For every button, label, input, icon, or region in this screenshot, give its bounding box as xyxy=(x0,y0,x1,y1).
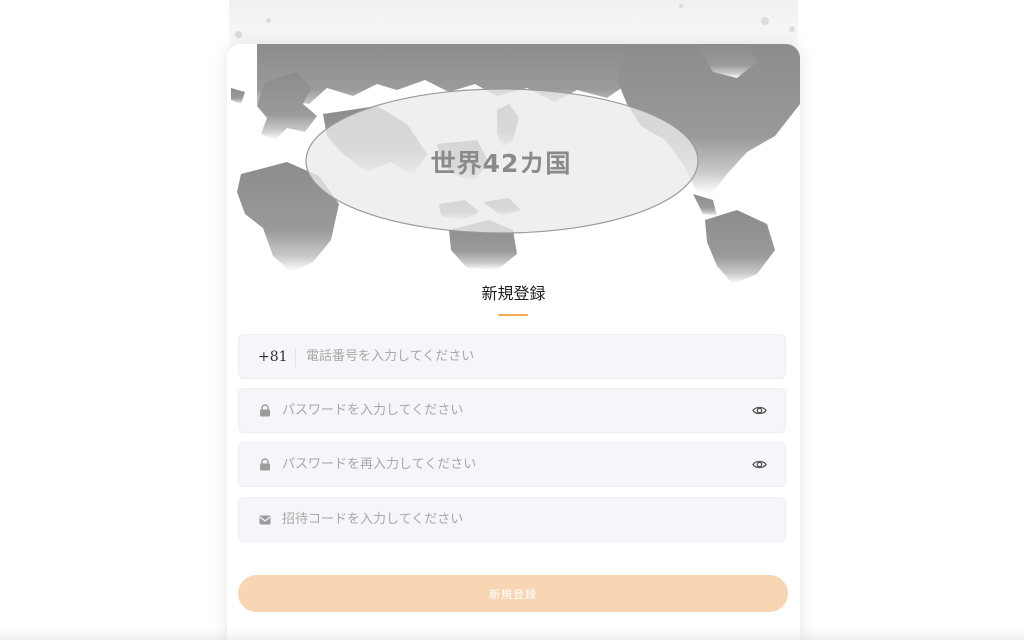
banner-text: 世界42カ国 xyxy=(430,149,572,178)
register-button[interactable]: 新規登録 xyxy=(238,575,788,612)
password-field xyxy=(238,388,786,433)
eye-icon[interactable] xyxy=(752,404,767,417)
eye-icon[interactable] xyxy=(752,458,767,471)
invite-code-input[interactable] xyxy=(282,498,762,541)
password-confirm-field xyxy=(238,442,786,487)
register-card: 世界42カ国 新規登録 +81 電話番号を入力してください 招待コードを入力して… xyxy=(227,44,800,640)
world-map-banner: 世界42カ国 xyxy=(227,44,800,284)
password-input[interactable] xyxy=(282,389,732,432)
country-code[interactable]: +81 xyxy=(258,335,288,380)
mail-icon xyxy=(259,515,271,525)
page-title: 新規登録 xyxy=(481,284,546,303)
lock-icon xyxy=(260,404,270,417)
title-underline xyxy=(498,314,528,316)
phone-input[interactable] xyxy=(306,335,766,378)
field-divider xyxy=(295,348,296,367)
lock-icon xyxy=(260,458,270,471)
invite-code-field xyxy=(238,497,786,542)
bottom-shadow xyxy=(0,628,1024,640)
page: 世界42カ国 新規登録 +81 電話番号を入力してください 招待コードを入力して… xyxy=(0,0,1024,640)
password-confirm-input[interactable] xyxy=(282,443,732,486)
phone-field: +81 xyxy=(238,334,786,379)
